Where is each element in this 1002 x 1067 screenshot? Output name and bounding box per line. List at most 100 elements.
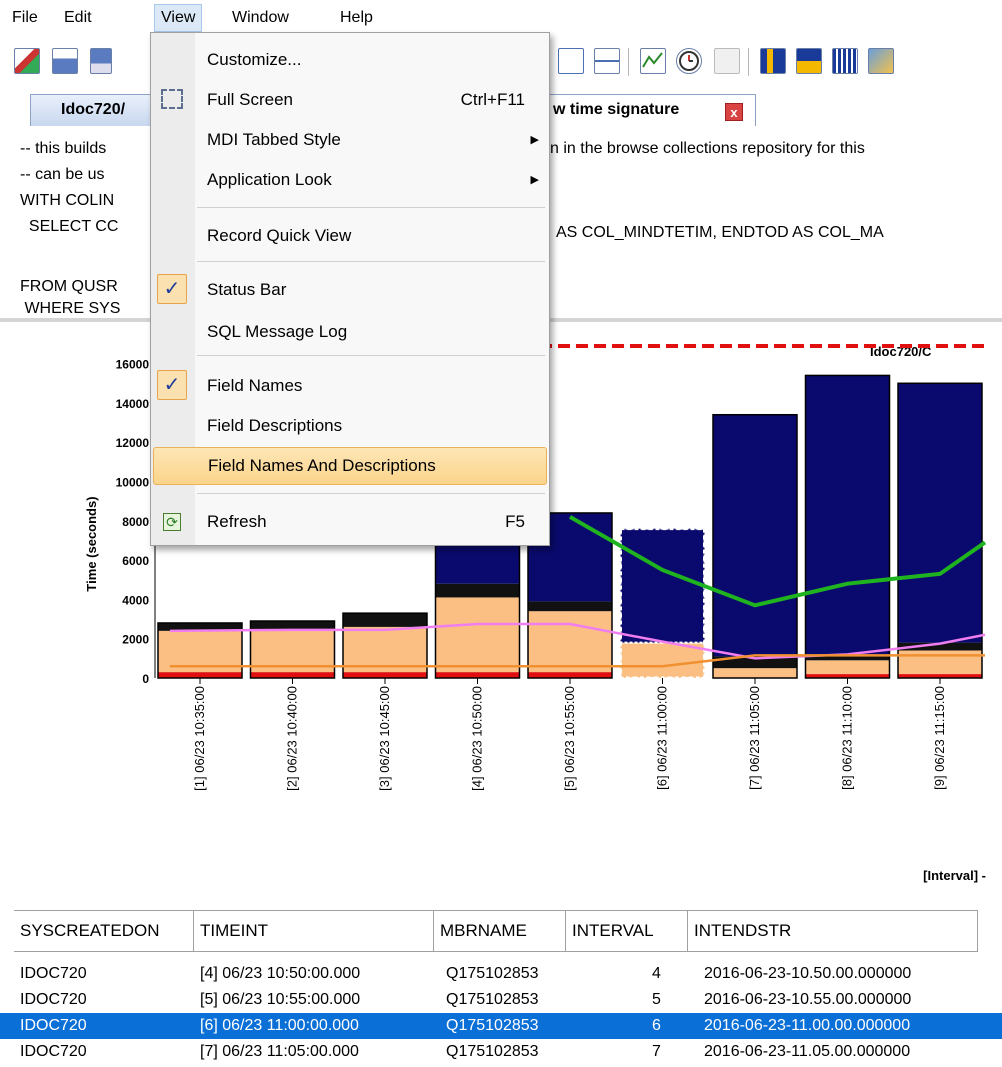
- table-cell: [6] 06/23 11:00:00.000: [200, 1017, 359, 1034]
- clock-icon[interactable]: [676, 48, 702, 74]
- y-tick-label: 12000: [116, 436, 150, 450]
- x-tick-label: [4] 06/23 10:50:00: [470, 686, 485, 791]
- panel-icon[interactable]: [714, 48, 740, 74]
- table-cell: 4: [652, 965, 661, 982]
- table-cell: 2016-06-23-10.55.00.000000: [704, 991, 912, 1008]
- menu-item-sql-message-log[interactable]: SQL Message Log: [153, 313, 547, 351]
- menu-edit[interactable]: Edit: [58, 6, 98, 30]
- x-tick-label: [7] 06/23 11:05:00: [747, 686, 762, 790]
- menu-item-label: Field Names And Descriptions: [208, 456, 436, 475]
- column-header[interactable]: INTENDSTR: [688, 910, 978, 952]
- table-row[interactable]: IDOC720 [7] 06/23 11:05:00.000 Q175102853 7…: [0, 1039, 1002, 1065]
- close-icon[interactable]: x: [725, 103, 743, 121]
- bar-segment: [158, 672, 242, 678]
- table-row[interactable]: IDOC720 [6] 06/23 11:00:00.000 Q175102853 6…: [0, 1013, 1002, 1039]
- view-menu: Customize... Full Screen Ctrl+F11 MDI Ta…: [150, 32, 550, 546]
- x-tick-label: [8] 06/23 11:10:00: [840, 686, 855, 790]
- menu-item-label: Application Look: [207, 170, 332, 189]
- menu-file[interactable]: File: [6, 6, 44, 30]
- y-tick-label: 8000: [122, 515, 149, 529]
- tab-label: w time signature: [553, 101, 680, 118]
- menu-item-customize[interactable]: Customize...: [153, 41, 547, 79]
- menu-item-field-descriptions[interactable]: Field Descriptions: [153, 407, 547, 445]
- sql-line: -- this builds: [20, 140, 107, 157]
- table-row[interactable]: IDOC720 [4] 06/23 10:50:00.000 Q175102853 4…: [0, 961, 1002, 987]
- menu-shortcut: F5: [505, 512, 525, 531]
- sql-line-fragment: AS COL_MINDTETIM, ENDTOD AS COL_MA: [556, 224, 884, 241]
- menu-window[interactable]: Window: [226, 6, 295, 30]
- menu-item-refresh[interactable]: ⟳ Refresh F5: [153, 503, 547, 541]
- menu-item-label: Field Descriptions: [207, 416, 343, 435]
- table-cell: 2016-06-23-11.00.00.000000: [704, 1017, 911, 1034]
- table-cell: [5] 06/23 10:55:00.000: [200, 991, 361, 1008]
- bar-segment: [528, 672, 612, 678]
- menu-separator: [197, 355, 545, 356]
- menu-item-application-look[interactable]: Application Look ▶: [153, 161, 547, 199]
- menu-item-status-bar[interactable]: ✓ Status Bar: [153, 271, 547, 309]
- table-cell: Q175102853: [446, 965, 539, 982]
- y-tick-label: 4000: [122, 593, 149, 607]
- bar-segment: [250, 672, 335, 678]
- bar-segment: [435, 583, 520, 598]
- y-tick-label: 14000: [116, 397, 150, 411]
- column-header[interactable]: TIMEINT: [194, 910, 434, 952]
- table-view-icon[interactable]: [558, 48, 584, 74]
- bar-segment: [898, 383, 982, 643]
- menu-separator: [197, 261, 545, 262]
- menu-separator: [197, 493, 545, 494]
- check-icon: ✓: [157, 274, 187, 304]
- x-tick-label: [1] 06/23 10:35:00: [192, 686, 207, 791]
- column-chart-icon[interactable]: [832, 48, 858, 74]
- menu-help[interactable]: Help: [334, 6, 379, 30]
- y-tick-label: 2000: [122, 633, 149, 647]
- y-axis-label: Time (seconds): [84, 496, 99, 591]
- menu-item-field-names-and-descriptions[interactable]: Field Names And Descriptions: [153, 447, 547, 485]
- results-grid: SYSCREATEDON TIMEINT MBRNAME INTERVAL IN…: [0, 905, 1002, 1067]
- menu-shortcut: Ctrl+F11: [460, 90, 525, 109]
- menu-separator: [197, 207, 545, 208]
- table-cell: IDOC720: [20, 1017, 87, 1034]
- sql-icon[interactable]: [14, 48, 40, 74]
- open-icon[interactable]: [52, 48, 78, 74]
- bar-segment: [435, 672, 520, 678]
- bar-segment: [805, 375, 890, 655]
- tab-time-signature[interactable]: w time signature x: [540, 94, 756, 126]
- table-cell: Q175102853: [446, 1017, 539, 1034]
- grid-view-icon[interactable]: [594, 48, 620, 74]
- table-cell: 2016-06-23-11.05.00.000000: [704, 1043, 911, 1060]
- bar-segment: [805, 660, 890, 675]
- table-cell: [7] 06/23 11:05:00.000: [200, 1043, 359, 1060]
- stacked-bar-icon[interactable]: [796, 48, 822, 74]
- bar-segment: [528, 601, 612, 612]
- table-row[interactable]: IDOC720 [5] 06/23 10:55:00.000 Q175102853 5…: [0, 987, 1002, 1013]
- menu-view[interactable]: View: [154, 4, 203, 32]
- table-cell: 7: [652, 1043, 661, 1060]
- area-chart-icon[interactable]: [868, 48, 894, 74]
- x-tick-label: [3] 06/23 10:45:00: [377, 686, 392, 791]
- column-header[interactable]: INTERVAL: [566, 910, 688, 952]
- sql-line-fragment: n in the browse collections repository f…: [550, 140, 865, 157]
- menu-item-label: Status Bar: [207, 280, 287, 299]
- submenu-arrow-icon: ▶: [530, 174, 539, 186]
- x-axis-label: [Interval] -: [923, 868, 986, 883]
- sql-line: FROM QUSR: [20, 278, 118, 295]
- menu-item-field-names[interactable]: ✓ Field Names: [153, 367, 547, 405]
- menu-item-label: Full Screen: [207, 90, 293, 109]
- submenu-arrow-icon: ▶: [530, 134, 539, 146]
- sql-line: -- can be us: [20, 166, 105, 183]
- menu-item-mdi-tabbed-style[interactable]: MDI Tabbed Style ▶: [153, 121, 547, 159]
- column-header[interactable]: MBRNAME: [434, 910, 566, 952]
- tab-label: Idoc720/: [61, 101, 126, 118]
- line-chart-icon[interactable]: [640, 48, 666, 74]
- toolbar-separator: [628, 48, 629, 76]
- bar-segment: [343, 613, 427, 627]
- menu-item-full-screen[interactable]: Full Screen Ctrl+F11: [153, 81, 547, 119]
- save-icon[interactable]: [90, 48, 112, 74]
- menu-item-label: Customize...: [207, 50, 302, 69]
- bar-segment: [435, 597, 520, 673]
- table-cell: IDOC720: [20, 1043, 87, 1060]
- menu-item-record-quick-view[interactable]: Record Quick View: [153, 217, 547, 255]
- column-header[interactable]: SYSCREATEDON: [14, 910, 194, 952]
- bar-chart-icon[interactable]: [760, 48, 786, 74]
- sql-line: SELECT CC: [20, 218, 119, 235]
